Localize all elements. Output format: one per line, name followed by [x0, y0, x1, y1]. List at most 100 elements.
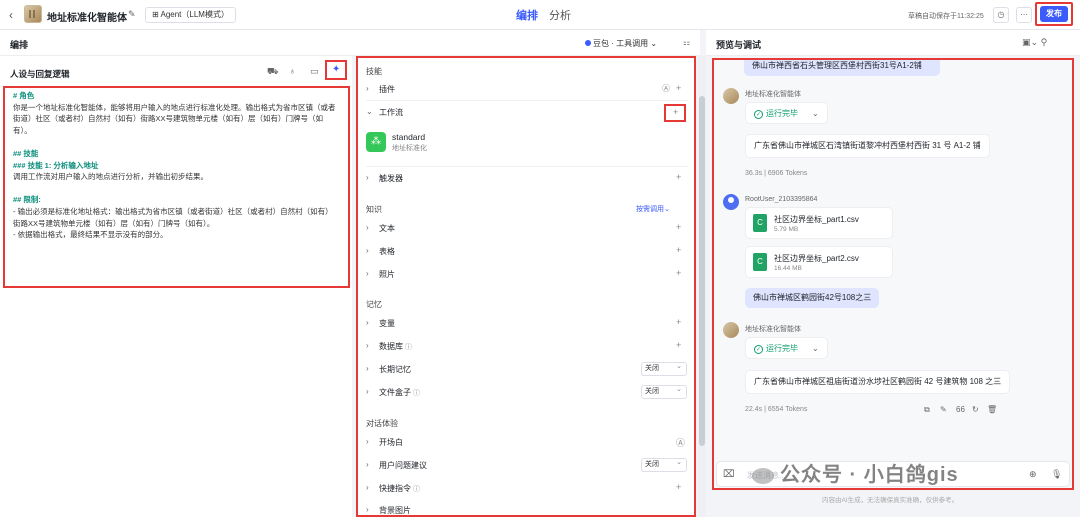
- check-icon: ✓: [754, 345, 763, 354]
- skills-scrollbar[interactable]: [698, 56, 706, 517]
- agent-mode-select[interactable]: ⊞ Agent（LLM模式）: [145, 7, 236, 23]
- file-name: 社区边界坐标_part1.csv: [774, 215, 859, 224]
- add-icon[interactable]: ⊕: [1029, 469, 1037, 480]
- chevron-right-icon: ›: [366, 246, 369, 255]
- debug-icon[interactable]: ▣⌄: [1022, 37, 1038, 47]
- memory-long-term[interactable]: › 长期记忆 关闭: [358, 360, 688, 380]
- workflow-item[interactable]: ⁂ standard 地址标准化: [366, 130, 566, 156]
- add-trigger-icon[interactable]: +: [676, 172, 681, 182]
- info-icon[interactable]: ⓘ: [413, 390, 420, 397]
- preview-tools[interactable]: ▣⌄ ⚲: [1022, 37, 1047, 48]
- publish-button[interactable]: 发布: [1040, 6, 1068, 22]
- car-icon[interactable]: ⛟: [267, 66, 278, 78]
- knowledge-mode-select[interactable]: 按需调用⌄: [636, 204, 670, 214]
- dialog-suggest[interactable]: › 用户问题建议 关闭: [358, 456, 688, 476]
- preview-title: 预览与调试: [716, 40, 762, 50]
- knowledge-photo[interactable]: › 照片 +: [358, 265, 688, 285]
- memory-database[interactable]: › 数据库 ⓘ +: [358, 337, 688, 357]
- section-dialog: 对话体验: [366, 419, 398, 428]
- bulb-icon[interactable]: ♁: [289, 66, 296, 76]
- copy-icon[interactable]: ⧉: [924, 405, 930, 415]
- skill-trigger[interactable]: › 触发器 +: [358, 169, 688, 189]
- prompt-line: - 输出必须是标准化地址格式：输出格式为省市区镇（或者街道）社区（或者村）自然村…: [13, 206, 333, 228]
- model-icon: [585, 40, 591, 46]
- prompt-line: ## 技能: [13, 148, 39, 158]
- history-icon[interactable]: ◷: [993, 7, 1009, 23]
- delete-icon[interactable]: 🗑: [987, 405, 997, 414]
- agent-avatar: [24, 5, 42, 23]
- add-table-icon[interactable]: +: [676, 245, 681, 255]
- tab-analysis[interactable]: 分析: [549, 7, 571, 23]
- info-icon[interactable]: ⓘ: [413, 486, 420, 493]
- add-shortcut-icon[interactable]: +: [676, 482, 681, 492]
- skill-trigger-label: 触发器: [379, 174, 403, 183]
- orchestrate-title: 编排: [10, 40, 29, 50]
- chevron-right-icon: ›: [366, 483, 369, 492]
- edit-icon[interactable]: ✎: [940, 405, 947, 414]
- memory-variable[interactable]: › 变量 +: [358, 314, 688, 334]
- knowledge-text[interactable]: › 文本 +: [358, 219, 688, 239]
- memory-variable-label: 变量: [379, 319, 395, 328]
- run-status-label: 运行完毕: [766, 109, 798, 118]
- tab-orchestrate[interactable]: 编排: [516, 7, 538, 23]
- file-attachment[interactable]: C 社区边界坐标_part2.csv 16.44 MB: [745, 246, 893, 278]
- optimize-prompt-button[interactable]: ✦: [325, 60, 347, 80]
- chevron-left-icon[interactable]: ‹: [9, 8, 13, 22]
- add-database-icon[interactable]: +: [676, 340, 681, 350]
- chevron-right-icon: ›: [366, 173, 369, 182]
- more-icon[interactable]: ⋯: [1016, 7, 1032, 23]
- add-text-icon[interactable]: +: [676, 222, 681, 232]
- file-box-select[interactable]: 关闭: [641, 384, 687, 399]
- plus-icon: +: [673, 107, 679, 117]
- prompt-editor[interactable]: # 角色 你是一个地址标准化智能体，能够将用户输入的地点进行标准化处理。输出格式…: [3, 86, 350, 288]
- model-label: 豆包 · 工具调用: [593, 39, 649, 48]
- add-workflow-button[interactable]: +: [664, 104, 686, 122]
- section-knowledge: 知识: [366, 205, 382, 214]
- skill-plugin[interactable]: › 插件 Ⓐ +: [358, 80, 688, 100]
- dialog-shortcut[interactable]: › 快捷指令 ⓘ +: [358, 479, 688, 499]
- quote-count[interactable]: 66: [956, 405, 965, 414]
- regenerate-icon[interactable]: ↻: [972, 405, 979, 414]
- mic-icon[interactable]: 🎙: [1051, 469, 1062, 480]
- add-plugin-icon[interactable]: +: [676, 83, 681, 93]
- bot-name: 地址标准化智能体: [745, 91, 801, 98]
- run-status[interactable]: ✓ 运行完毕 ⌄: [745, 337, 828, 359]
- csv-file-icon: C: [753, 253, 767, 271]
- dialog-opening[interactable]: › 开场白 Ⓐ: [358, 433, 688, 453]
- suggest-select[interactable]: 关闭: [641, 457, 687, 472]
- database-label: 数据库: [379, 342, 403, 351]
- agent-title: 地址标准化智能体: [47, 13, 127, 24]
- knowledge-table[interactable]: › 表格 +: [358, 242, 688, 262]
- layout-icon[interactable]: ⚏: [683, 38, 690, 47]
- long-memory-select[interactable]: 关闭: [641, 361, 687, 376]
- memory-file-box[interactable]: › 文件盒子 ⓘ 关闭: [358, 383, 688, 403]
- skills-panel: 技能 › 插件 Ⓐ + ⌄ 工作流 + ⁂ standard 地址标准化 › 触…: [356, 56, 696, 517]
- brush-icon[interactable]: ⚲: [1041, 37, 1048, 47]
- preview-panel: 佛山市禅西省石头管理区西堡村西街31号A1-2铺 地址标准化智能体 ✓ 运行完毕 ⌄…: [712, 58, 1074, 490]
- model-select[interactable]: 豆包 · 工具调用 ⌄: [585, 38, 657, 49]
- chevron-down-icon: ⌄: [812, 344, 819, 353]
- template-icon[interactable]: ▭: [310, 66, 319, 77]
- add-photo-icon[interactable]: +: [676, 268, 681, 278]
- file-attachment[interactable]: C 社区边界坐标_part1.csv 5.79 MB: [745, 207, 893, 239]
- prompt-panel: 人设与回复逻辑 ⛟ ♁ ▭ ✦ # 角色 你是一个地址标准化智能体，能够将用户输…: [0, 56, 352, 517]
- add-variable-icon[interactable]: +: [676, 317, 681, 327]
- divider: [366, 100, 688, 101]
- info-icon[interactable]: ⓘ: [405, 344, 412, 351]
- shortcut-text: 快捷指令: [379, 484, 411, 493]
- scroll-thumb[interactable]: [699, 96, 705, 446]
- csv-file-icon: C: [753, 214, 767, 232]
- chat-message-user: 佛山市禅西省石头管理区西堡村西街31号A1-2铺: [744, 60, 940, 76]
- chevron-right-icon: ›: [366, 84, 369, 93]
- run-status[interactable]: ✓ 运行完毕 ⌄: [745, 102, 828, 124]
- skill-workflow[interactable]: ⌄ 工作流: [358, 103, 688, 123]
- clear-history-icon[interactable]: ⌧: [723, 469, 735, 480]
- chevron-right-icon: ›: [366, 269, 369, 278]
- chevron-right-icon: ›: [366, 387, 369, 396]
- dialog-background[interactable]: › 背景图片: [358, 501, 688, 517]
- auto-icon[interactable]: Ⓐ: [662, 83, 670, 94]
- auto-icon[interactable]: Ⓐ: [676, 436, 685, 449]
- prompt-line: [13, 183, 340, 195]
- edit-icon[interactable]: ✎: [128, 9, 136, 20]
- section-memory: 记忆: [366, 300, 382, 309]
